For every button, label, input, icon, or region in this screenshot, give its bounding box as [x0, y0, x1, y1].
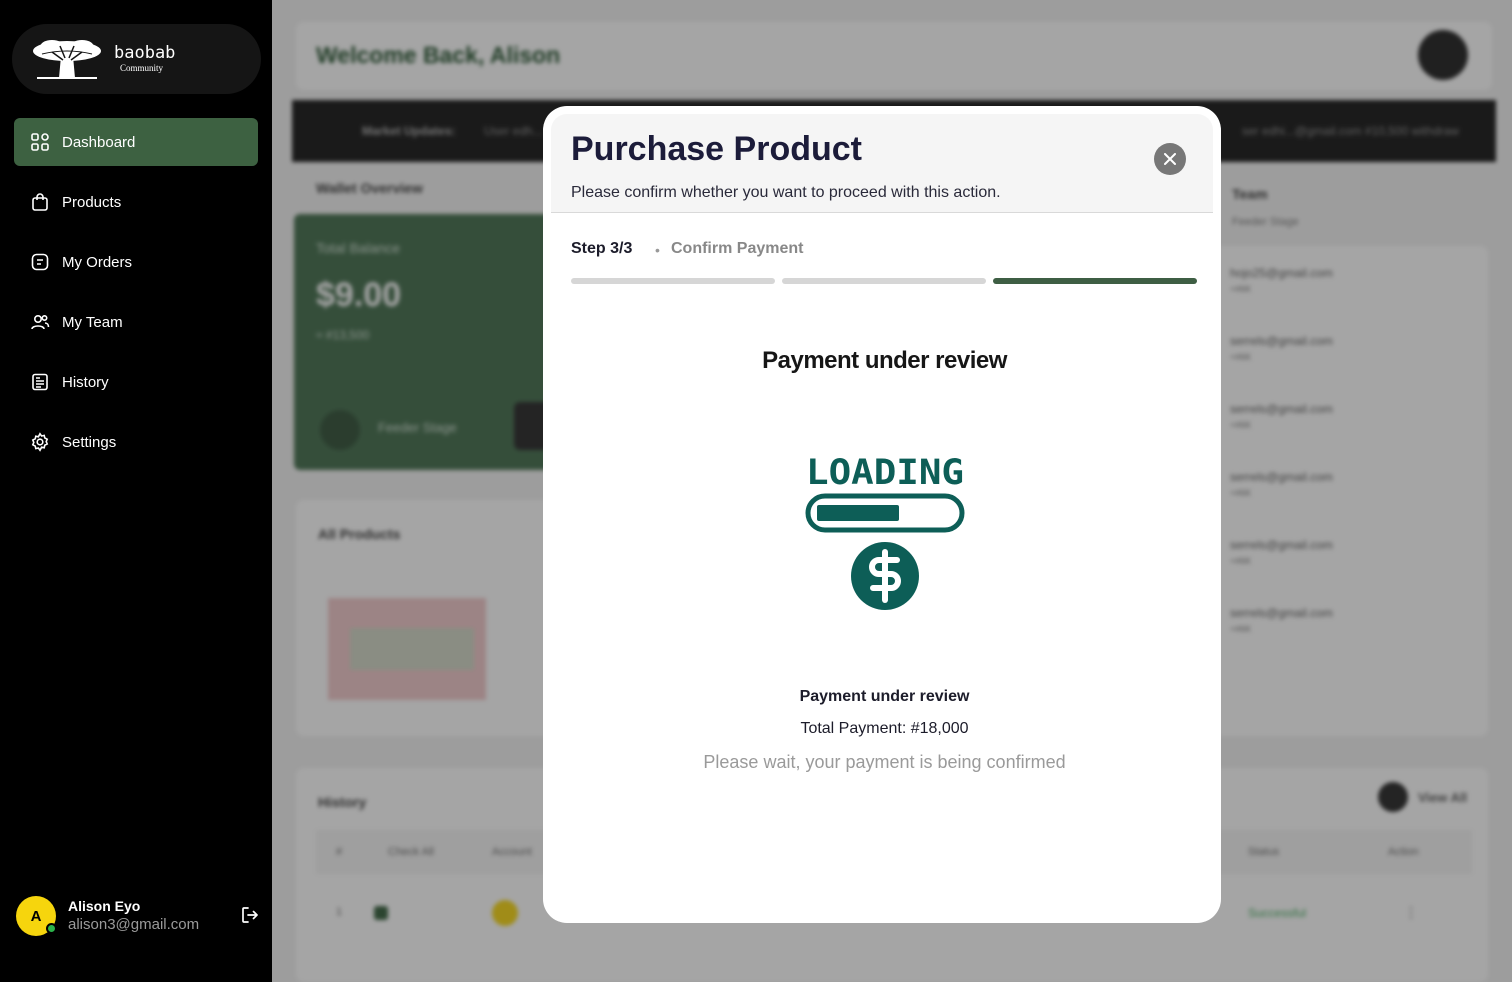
modal-title: Purchase Product	[571, 130, 862, 168]
sidebar-item-label: Settings	[62, 433, 117, 451]
sidebar-item-label: My Team	[62, 313, 123, 331]
sidebar-item-my-team[interactable]: My Team	[14, 298, 258, 346]
sidebar-item-dashboard[interactable]: Dashboard	[14, 118, 258, 166]
gear-icon	[30, 432, 50, 452]
loading-payment-illustration: LOADING	[805, 453, 965, 610]
dashboard-grid-icon	[30, 132, 50, 152]
step-name: Confirm Payment	[671, 240, 804, 257]
modal-header: Purchase Product Please confirm whether …	[551, 114, 1213, 213]
close-button[interactable]	[1154, 143, 1186, 175]
sidebar-item-my-orders[interactable]: My Orders	[14, 238, 258, 286]
sidebar-item-label: History	[62, 373, 109, 391]
orders-icon	[30, 252, 50, 272]
wait-message: Please wait, your payment is being confi…	[703, 752, 1066, 772]
purchase-product-modal: Purchase Product Please confirm whether …	[543, 106, 1221, 923]
total-payment: Total Payment: #18,000	[800, 720, 969, 737]
sidebar-item-label: Dashboard	[62, 133, 136, 151]
history-icon	[30, 372, 50, 392]
step-separator: •	[655, 242, 660, 258]
user-name: Alison Eyo	[68, 898, 141, 915]
brand-name: baobab	[114, 43, 176, 63]
sidebar-item-label: Products	[62, 193, 122, 211]
online-status-dot	[46, 923, 57, 934]
loading-text: LOADING	[806, 453, 964, 493]
brand-logo[interactable]: baobab Community	[12, 24, 261, 94]
review-heading: Payment under review	[762, 347, 1007, 374]
avatar: A	[16, 896, 57, 936]
progress-step-2	[782, 278, 986, 284]
loading-bar-fill	[817, 505, 899, 521]
team-icon	[30, 312, 50, 332]
progress-step-3	[993, 278, 1197, 284]
status-title: Payment under review	[799, 688, 970, 705]
logout-icon[interactable]	[240, 905, 260, 925]
brand-subtitle: Community	[120, 63, 164, 73]
user-email: alison3@gmail.com	[68, 916, 200, 934]
baobab-tree-icon	[33, 40, 101, 79]
modal-subtitle: Please confirm whether you want to proce…	[571, 184, 1001, 201]
progress-step-1	[571, 278, 775, 284]
close-icon	[1164, 153, 1176, 165]
sidebar-item-history[interactable]: History	[14, 358, 258, 406]
sidebar: baobab Community Dashboard Products My O…	[0, 0, 272, 982]
shopping-bag-icon	[30, 192, 50, 212]
sidebar-item-settings[interactable]: Settings	[14, 418, 258, 466]
user-profile[interactable]: A Alison Eyo alison3@gmail.com	[16, 895, 260, 937]
step-indicator: Step 3/3	[571, 240, 633, 257]
sidebar-item-label: My Orders	[62, 253, 133, 271]
sidebar-item-products[interactable]: Products	[14, 178, 258, 226]
